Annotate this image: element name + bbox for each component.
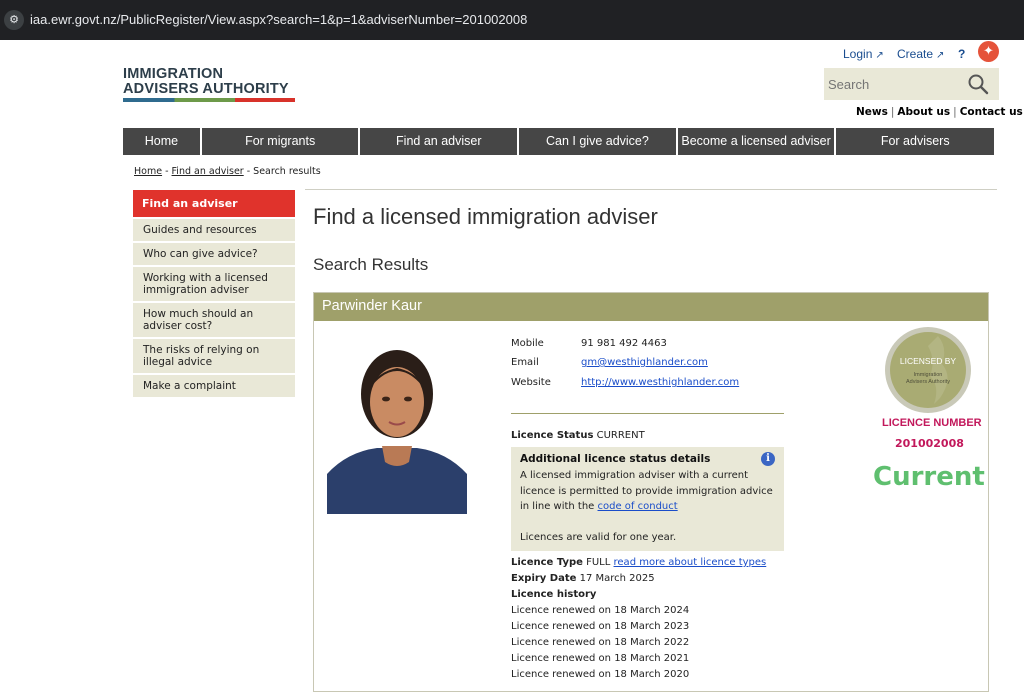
- breadcrumb-current: Search results: [253, 166, 321, 177]
- licence-history-label: Licence history: [511, 589, 597, 600]
- mobile-label: Mobile: [511, 338, 544, 349]
- licence-history-item: Licence renewed on 18 March 2021: [511, 653, 690, 664]
- breadcrumb: Home - Find an adviser - Search results: [134, 166, 321, 177]
- results-heading: Search Results: [313, 255, 429, 274]
- seal-line3: Advisers Authority: [906, 379, 950, 385]
- seal-line1: LICENSED BY: [900, 356, 957, 366]
- nav-for-advisers[interactable]: For advisers: [836, 128, 995, 155]
- card-divider: [511, 413, 784, 414]
- licence-type: Licence Type FULL read more about licenc…: [511, 557, 766, 568]
- search-input[interactable]: [828, 74, 958, 94]
- licence-history-item: Licence renewed on 18 March 2022: [511, 637, 690, 648]
- adviser-name: Parwinder Kaur: [322, 298, 422, 314]
- mobile-value: 91 981 492 4463: [581, 338, 667, 349]
- help-link[interactable]: ?: [958, 47, 965, 61]
- nav-find-an-adviser[interactable]: Find an adviser: [360, 128, 518, 155]
- expiry-date-label: Expiry Date: [511, 573, 577, 584]
- breadcrumb-separator: -: [243, 166, 254, 177]
- info-icon[interactable]: i: [761, 452, 775, 466]
- email-label: Email: [511, 357, 539, 368]
- licence-type-label: Licence Type: [511, 557, 583, 568]
- breadcrumb-separator: -: [162, 166, 172, 177]
- status-details-title: Additional licence status details: [520, 453, 711, 465]
- licence-number-value: 201002008: [895, 437, 964, 450]
- seal-line2: Immigration: [914, 372, 943, 378]
- login-label: Login: [843, 47, 873, 61]
- about-us-link[interactable]: About us: [897, 106, 950, 118]
- sidebar-item-illegal-advice-risks[interactable]: The risks of relying on illegal advice: [133, 339, 295, 373]
- licence-number-label: LICENCE NUMBER: [882, 417, 982, 429]
- status-details-note: Licences are valid for one year.: [520, 532, 677, 543]
- licence-history-item: Licence renewed on 18 March 2020: [511, 669, 690, 680]
- nav-can-i-give-advice[interactable]: Can I give advice?: [519, 128, 676, 155]
- current-status-badge: Current: [873, 462, 985, 492]
- sidebar-item-find-adviser[interactable]: Find an adviser: [133, 190, 295, 217]
- create-label: Create: [897, 47, 934, 61]
- adviser-photo: [327, 336, 467, 514]
- contact-us-link[interactable]: Contact us: [960, 106, 1023, 118]
- tune-icon[interactable]: ⚙: [4, 10, 24, 30]
- email-link[interactable]: gm@westhighlander.com: [581, 357, 708, 368]
- secondary-links: News | About us | Contact us: [856, 106, 1023, 118]
- licensed-by-seal: LICENSED BY Immigration Advisers Authori…: [885, 327, 971, 413]
- external-link-icon: ↗: [936, 50, 945, 61]
- logo-stripe: [123, 98, 295, 102]
- licence-history-item: Licence renewed on 18 March 2023: [511, 621, 690, 632]
- sidebar: Find an adviser Guides and resources Who…: [133, 190, 295, 397]
- nav-home[interactable]: Home: [123, 128, 200, 155]
- expiry-date: Expiry Date 17 March 2025: [511, 573, 655, 584]
- content-divider: [305, 189, 997, 190]
- status-details-text: A licensed immigration adviser with a cu…: [520, 468, 775, 515]
- logo-line1[interactable]: IMMIGRATION: [123, 66, 223, 82]
- sidebar-item-guides[interactable]: Guides and resources: [133, 219, 295, 241]
- login-link[interactable]: Login ↗: [843, 47, 884, 61]
- website-label: Website: [511, 377, 551, 388]
- sidebar-item-working-with-adviser[interactable]: Working with a licensed immigration advi…: [133, 267, 295, 301]
- brave-icon[interactable]: ✦: [978, 41, 999, 62]
- breadcrumb-find-adviser[interactable]: Find an adviser: [172, 166, 244, 177]
- sidebar-item-adviser-cost[interactable]: How much should an adviser cost?: [133, 303, 295, 337]
- licence-status-label: Licence Status: [511, 430, 594, 441]
- create-link[interactable]: Create ↗: [897, 47, 944, 61]
- external-link-icon: ↗: [875, 50, 884, 61]
- nav-for-migrants[interactable]: For migrants: [201, 128, 359, 155]
- sidebar-item-make-complaint[interactable]: Make a complaint: [133, 375, 295, 397]
- news-link[interactable]: News: [856, 106, 888, 118]
- licence-status-value: CURRENT: [596, 430, 645, 441]
- breadcrumb-home[interactable]: Home: [134, 166, 162, 177]
- logo-line2[interactable]: ADVISERS AUTHORITY: [123, 81, 289, 97]
- licence-history-item: Licence renewed on 18 March 2024: [511, 605, 690, 616]
- main-nav: Home For migrants Find an adviser Can I …: [123, 128, 995, 155]
- website-link[interactable]: http://www.westhighlander.com: [581, 377, 739, 388]
- licence-status: Licence Status CURRENT: [511, 430, 645, 441]
- licence-types-link[interactable]: read more about licence types: [614, 557, 767, 568]
- code-of-conduct-link[interactable]: code of conduct: [598, 501, 678, 512]
- licence-type-value: FULL: [586, 557, 611, 568]
- nav-become-licensed-adviser[interactable]: Become a licensed adviser: [677, 128, 835, 155]
- page-title: Find a licensed immigration adviser: [313, 204, 658, 229]
- sidebar-item-who-can-advise[interactable]: Who can give advice?: [133, 243, 295, 265]
- expiry-date-value: 17 March 2025: [579, 573, 655, 584]
- url-field[interactable]: iaa.ewr.govt.nz/PublicRegister/View.aspx…: [30, 10, 527, 30]
- search-icon[interactable]: [966, 72, 990, 96]
